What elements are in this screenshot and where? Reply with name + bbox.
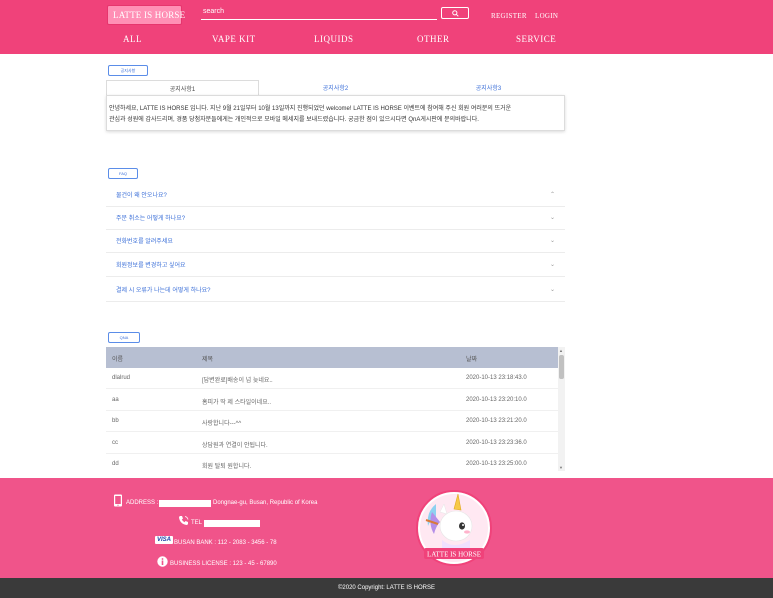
notice-line-2: 관심과 성원에 감사드리며, 경품 당첨자분들에게는 개인적으로 모바일 메세지… [109,117,479,123]
qna-scrollbar[interactable]: ▲ ▼ [558,347,565,471]
nav-liquids[interactable]: LIQUIDS [314,34,354,44]
business-license: BUSINESS LICENSE : 123 - 45 - 67890 [170,561,277,567]
scroll-up-arrow-icon[interactable]: ▲ [559,348,563,353]
qna-section-button[interactable]: QNA [108,332,140,343]
bank-info: BUSAN BANK : 112 - 2083 - 3456 - 78 [174,540,277,546]
tel-label: TEL : [191,520,206,526]
faq-question: 회원정보를 변경하고 싶어요 [116,263,186,269]
qna-cell-title[interactable]: 회원 탈퇴 원합니다. [202,461,251,470]
qna-cell-title[interactable]: [답변완료]배송이 넘 늦네요.. [202,375,273,384]
faq-question: 주문 취소는 어떻게 하나요? [116,216,186,222]
tab-notice-2[interactable]: 공지사항2 [259,80,412,95]
qna-cell-name: cc [112,440,118,446]
faq-question: 물건이 왜 안오나요? [116,193,167,199]
search-underline [201,19,437,20]
faq-question: 결제 시 오류가 나는데 어떻게 하나요? [116,288,211,294]
qna-cell-name: bb [112,418,119,424]
qna-cell-title[interactable]: 상담원과 연결이 안됩니다. [202,440,268,449]
qna-cell-name: dd [112,461,119,467]
search-input[interactable]: search [203,8,224,15]
qna-header-date: 날짜 [466,357,478,363]
tel-redacted [204,520,260,527]
chevron-down-icon: ⌄ [549,262,555,268]
table-row[interactable]: dlalrud [답변완료]배송이 넘 늦네요.. 2020-10-13 23:… [106,368,558,389]
faq-item[interactable]: 물건이 왜 안오나요? ⌃ [106,183,565,207]
qna-cell-date: 2020-10-13 23:20:10.0 [466,397,527,403]
faq-item[interactable]: 결제 시 오류가 나는데 어떻게 하나요? ⌄ [106,278,565,302]
qna-cell-date: 2020-10-13 23:18:43.0 [466,375,527,381]
site-header: LATTE IS HORSE search REGISTER LOGIN ALL… [0,0,773,54]
mobile-phone-icon [114,494,122,507]
login-link[interactable]: LOGIN [535,12,558,20]
tab-notice-1[interactable]: 공지사항1 [106,80,259,95]
faq-section-button[interactable]: FAQ [108,168,138,179]
chevron-down-icon: ⌄ [549,287,555,293]
chevron-up-icon: ⌃ [549,192,555,198]
qna-cell-title[interactable]: 사랑합니다---^^ [202,418,241,427]
qna-header-title: 제목 [202,357,214,363]
copyright-text: ©2020 Copyright: LATTE IS HORSE [337,585,435,591]
chevron-down-icon: ⌄ [549,238,555,244]
qna-table: 이름 제목 날짜 dlalrud [답변완료]배송이 넘 늦네요.. 2020-… [106,347,565,471]
nav-vape-kit[interactable]: VAPE KIT [212,34,256,44]
qna-cell-name: dlalrud [112,375,131,381]
copyright-bar: ©2020 Copyright: LATTE IS HORSE [0,578,773,598]
qna-cell-date: 2020-10-13 23:21:20.0 [466,418,527,424]
address-redacted [159,500,211,507]
address-label: ADDRESS : [126,500,159,506]
notice-content: 안녕하세요, LATTE IS HORSE 입니다. 지난 9월 21일부터 1… [106,95,565,131]
nav-other[interactable]: OTHER [417,34,450,44]
table-row[interactable]: cc 상담원과 연결이 안됩니다. 2020-10-13 23:23:36.0 [106,433,558,454]
table-row[interactable]: dd 회원 탈퇴 원합니다. 2020-10-13 23:25:00.0 [106,454,558,471]
logo-text: LATTE IS HORSE [113,10,186,20]
table-row[interactable]: aa 홈피가 딱 제 스타일이네요.. 2020-10-13 23:20:10.… [106,390,558,411]
scroll-down-arrow-icon[interactable]: ▼ [559,465,563,470]
register-link[interactable]: REGISTER [491,12,527,20]
faq-item[interactable]: 전화번호를 알려주세요 ⌄ [106,229,565,253]
search-button[interactable] [441,7,469,19]
qna-table-header: 이름 제목 날짜 [106,347,558,368]
info-icon [157,556,168,567]
search-icon [451,9,459,17]
footer-logo-text: LATTE IS HORSE [427,551,481,559]
qna-cell-name: aa [112,397,119,403]
qna-cell-date: 2020-10-13 23:25:00.0 [466,461,527,467]
visa-icon: VISA [155,536,174,544]
qna-cell-title[interactable]: 홈피가 딱 제 스타일이네요.. [202,397,271,406]
address-value: Dongnae-gu, Busan, Republic of Korea [213,500,318,506]
qna-cell-date: 2020-10-13 23:23:36.0 [466,440,527,446]
scrollbar-thumb[interactable] [559,355,564,379]
nav-service[interactable]: SERVICE [516,34,556,44]
nav-all[interactable]: ALL [123,34,142,44]
faq-item[interactable]: 회원정보를 변경하고 싶어요 ⌄ [106,253,565,277]
unicorn-footer-logo-icon: LATTE IS HORSE [416,490,492,566]
table-row[interactable]: bb 사랑합니다---^^ 2020-10-13 23:21:20.0 [106,411,558,432]
phone-icon [179,516,189,525]
tab-notice-3[interactable]: 공지사항3 [412,80,565,95]
chevron-down-icon: ⌄ [549,215,555,221]
faq-item[interactable]: 주문 취소는 어떻게 하나요? ⌄ [106,206,565,230]
site-logo[interactable]: LATTE IS HORSE [107,5,186,25]
notice-section-button[interactable]: 공지사항 [108,65,148,76]
notice-line-1: 안녕하세요, LATTE IS HORSE 입니다. 지난 9월 21일부터 1… [109,106,512,112]
qna-header-name: 이름 [112,357,124,363]
faq-question: 전화번호를 알려주세요 [116,239,173,245]
site-footer: ADDRESS : Dongnae-gu, Busan, Republic of… [0,478,773,578]
